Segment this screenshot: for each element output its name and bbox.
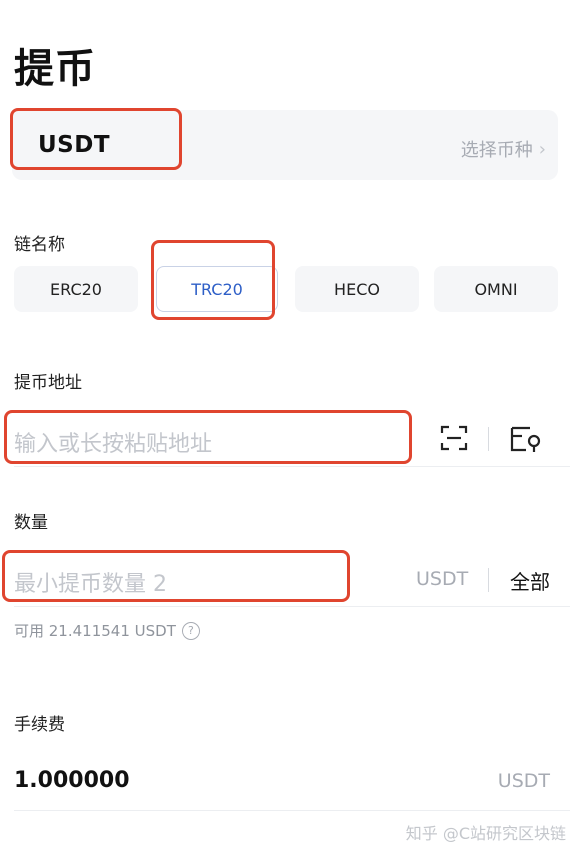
fee-value: 1.000000 <box>14 768 130 793</box>
chain-option-erc20[interactable]: ERC20 <box>14 266 138 312</box>
address-book-icon[interactable] <box>510 424 542 454</box>
address-icon-separator <box>488 427 489 451</box>
amount-divider <box>14 606 570 607</box>
fee-divider <box>14 810 570 811</box>
page-title: 提币 <box>14 46 96 92</box>
amount-highlight-box <box>2 550 350 602</box>
amount-separator <box>488 568 489 592</box>
address-label: 提币地址 <box>14 373 82 393</box>
fee-label: 手续费 <box>14 715 65 735</box>
address-highlight-box <box>4 410 412 464</box>
all-button[interactable]: 全部 <box>510 566 550 595</box>
chain-highlight-box <box>151 240 275 320</box>
chain-option-omni[interactable]: OMNI <box>434 266 558 312</box>
coin-highlight-box <box>10 108 182 170</box>
available-balance-text: 可用 21.411541 USDT <box>14 622 176 640</box>
help-icon[interactable]: ? <box>181 621 200 640</box>
select-coin-label: 选择币种 <box>460 140 533 161</box>
address-divider <box>14 466 570 467</box>
watermark: 知乎 @C站研究区块链 <box>405 824 566 843</box>
amount-label: 数量 <box>14 513 48 533</box>
amount-unit: USDT <box>416 568 469 590</box>
chain-label: 链名称 <box>14 235 65 255</box>
select-coin-button[interactable]: 选择币种 › <box>461 136 546 162</box>
fee-unit: USDT <box>497 770 550 792</box>
chain-option-heco[interactable]: HECO <box>295 266 419 312</box>
scan-icon[interactable] <box>440 424 468 452</box>
chevron-right-icon: › <box>538 138 546 160</box>
available-balance: 可用 21.411541 USDT ? <box>14 620 200 641</box>
